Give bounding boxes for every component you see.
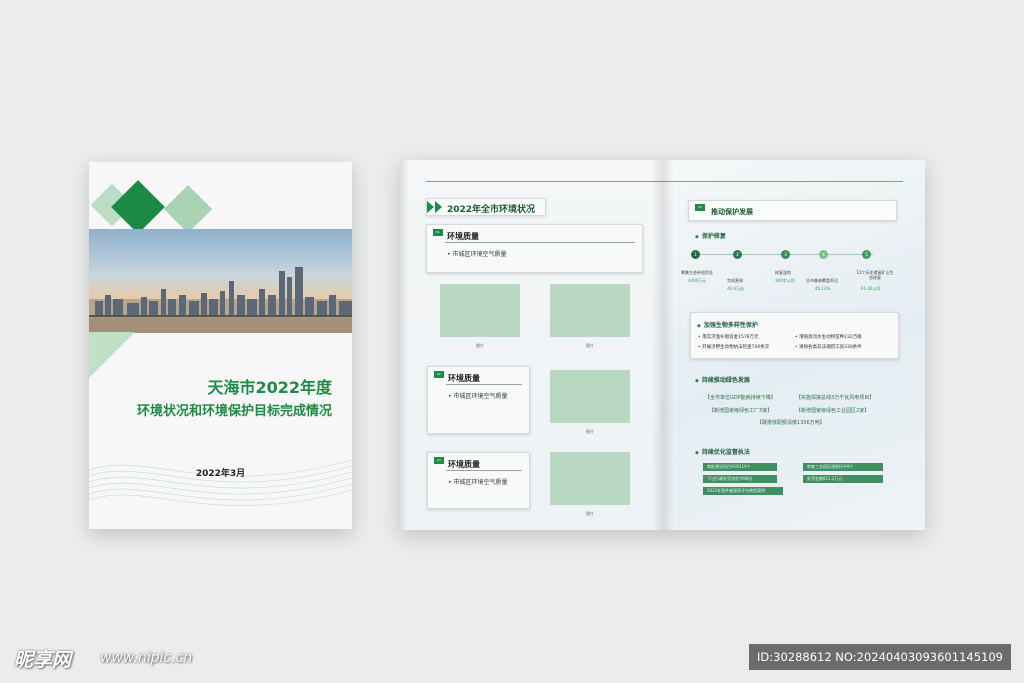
cover-wave-lines	[89, 459, 352, 506]
timeline-label: 12个历史遗留矿山生态修复	[856, 270, 894, 280]
card-number: 03	[434, 457, 444, 464]
cover-date: 2022年3月	[195, 469, 246, 479]
enforcement-pill: 下达行政处罚决定书98份	[703, 475, 777, 483]
card-title: 环境质量	[448, 460, 480, 469]
info-card-3: 03 环境质量 • 市城区环境空气质量	[427, 452, 530, 509]
timeline-label: 完成营林	[727, 278, 743, 283]
subheading-biodiversity: 加强生物多样性保护	[697, 320, 758, 329]
image-caption: 图片	[586, 343, 594, 348]
timeline-step: 1	[691, 250, 700, 259]
cover-diamond-light-right	[163, 184, 213, 234]
timeline-label: 修复湿地	[775, 270, 791, 275]
card-title: 环境质量	[447, 232, 479, 241]
watermark-url: www.nipic.cn	[100, 650, 193, 666]
card-divider	[445, 242, 635, 243]
bracket-text: 新增国家级绿色工业园区2家	[801, 408, 865, 414]
subheading-protection: 保护修复	[695, 231, 726, 240]
bullet-item: • 开展涉野生动物执法检查700余次	[698, 345, 770, 350]
image-caption: 图片	[476, 343, 484, 348]
enforcement-pill: 审批建设项目环评119个	[703, 463, 777, 471]
section-number: 03	[695, 204, 705, 211]
card-bullet-item: • 市城区环境空气质量	[447, 251, 507, 258]
info-card-2: 02 环境质量 • 市城区环境空气质量	[427, 366, 530, 434]
bracket-text: 全市单位GDP能耗持续下降	[710, 395, 771, 401]
bracket-item: 【全市单位GDP能耗持续下降】	[705, 395, 776, 401]
subheading-green-development: 持续推动绿色发展	[695, 375, 750, 384]
bullet-item: • 落实济渔补偿资金1578万元	[698, 335, 759, 340]
bullet-item: • 增殖放流水生动物苗种232万尾	[795, 335, 862, 340]
right-section-title: 推动保护发展	[711, 208, 753, 216]
bullet-text: 开展涉野生动物执法检查700余次	[702, 345, 770, 350]
timeline-step: 4	[819, 250, 828, 259]
image-placeholder	[550, 452, 630, 505]
card-item-text: 市城区环境空气质量	[453, 393, 508, 400]
cover-city-photo	[89, 229, 352, 333]
bullet-text: 增殖放流水生动物苗种232万尾	[799, 335, 862, 340]
subheading-supervision: 持续优化监督执法	[695, 447, 750, 456]
section-title: 2022年全市环境状况	[447, 205, 536, 215]
bracket-item: 【碳排放配额清缴1356万吨】	[757, 420, 825, 426]
card-title: 环境质量	[448, 374, 480, 383]
bullet-text: 清除各类非法捕捞工具330余件	[799, 345, 862, 350]
right-page: 03 推动保护发展 保护修复 1 2 3 4 5 筹集生态补偿资金 4400万元…	[663, 160, 925, 530]
timeline-step: 2	[733, 250, 742, 259]
timeline-label: 全市森林覆盖率达	[806, 278, 838, 283]
brochure-spread: 2022年全市环境状况 01 环境质量 • 市城区环境空气质量 图片 图片 02…	[400, 160, 925, 530]
biodiversity-card: 加强生物多样性保护 • 落实济渔补偿资金1578万元 • 开展涉野生动物执法检查…	[690, 312, 899, 359]
page-edge	[400, 160, 408, 530]
card-number: 01	[433, 229, 443, 236]
cover-diamond-dark	[111, 180, 165, 234]
bracket-item: 【新增国家级绿色工厂3家】	[709, 408, 773, 414]
watermark-logo: 昵享网	[14, 649, 72, 671]
card-item-text: 市城区环境空气质量	[453, 479, 508, 486]
image-caption: 图片	[586, 429, 594, 434]
bracket-text: 新增国家级绿色工厂3家	[714, 408, 768, 414]
card-bullet-item: • 市城区环境空气质量	[448, 393, 508, 400]
top-rule	[663, 181, 903, 182]
top-rule	[426, 181, 663, 182]
brochure-cover: 天海市2022年度 环境状况和环境保护目标完成情况 2022年3月	[89, 162, 352, 529]
city-skyline-illustration	[89, 267, 352, 333]
spread-spine-shadow	[652, 160, 674, 530]
timeline-value: 61.46公顷	[861, 286, 881, 291]
bracket-item: 【实施焊接总线3万千瓦风电项目】	[796, 395, 875, 401]
bracket-item: 【新增国家级绿色工业园区2家】	[796, 408, 870, 414]
card-item-text: 市城区环境空气质量	[452, 251, 507, 258]
card-divider	[446, 384, 522, 385]
image-placeholder	[550, 370, 630, 423]
double-arrow-icon	[427, 201, 442, 213]
bracket-text: 实施焊接总线3万千瓦风电项目	[801, 395, 870, 401]
cover-title: 天海市2022年度	[207, 378, 332, 397]
image-caption: 图片	[586, 511, 594, 516]
image-placeholder	[440, 284, 520, 337]
timeline-value: 4400万元	[688, 278, 707, 283]
info-card-1: 01 环境质量 • 市城区环境空气质量	[426, 224, 643, 273]
timeline-label: 筹集生态补偿资金	[681, 270, 713, 275]
timeline-value: 46.9万亩	[727, 286, 744, 291]
image-placeholder	[550, 284, 630, 337]
enforcement-pill: 处罚金额815.2万元	[803, 475, 883, 483]
enforcement-pill: 2022年案件被国家评为典型案例	[703, 487, 783, 495]
card-number: 02	[434, 371, 444, 378]
left-page: 2022年全市环境状况 01 环境质量 • 市城区环境空气质量 图片 图片 02…	[400, 160, 663, 530]
timeline-value: 300余公顷	[775, 278, 795, 283]
cover-subtitle: 环境状况和环境保护目标完成情况	[136, 404, 332, 419]
card-bullet-item: • 市城区环境空气质量	[448, 479, 508, 486]
timeline-value: 46.13%	[815, 286, 831, 291]
timeline-step: 5	[862, 250, 871, 259]
timeline-step: 3	[781, 250, 790, 259]
bullet-text: 落实济渔补偿资金1578万元	[702, 335, 759, 340]
card-divider	[446, 470, 522, 471]
right-section-heading: 03 推动保护发展	[688, 200, 897, 221]
bullet-item: • 清除各类非法捕捞工具330余件	[795, 345, 862, 350]
enforcement-pill: 审查工业园区规划环评9个	[803, 463, 883, 471]
watermark-id: ID:30288612 NO:20240403093601145109	[749, 644, 1011, 670]
bracket-text: 碳排放配额清缴1356万吨	[762, 420, 820, 426]
